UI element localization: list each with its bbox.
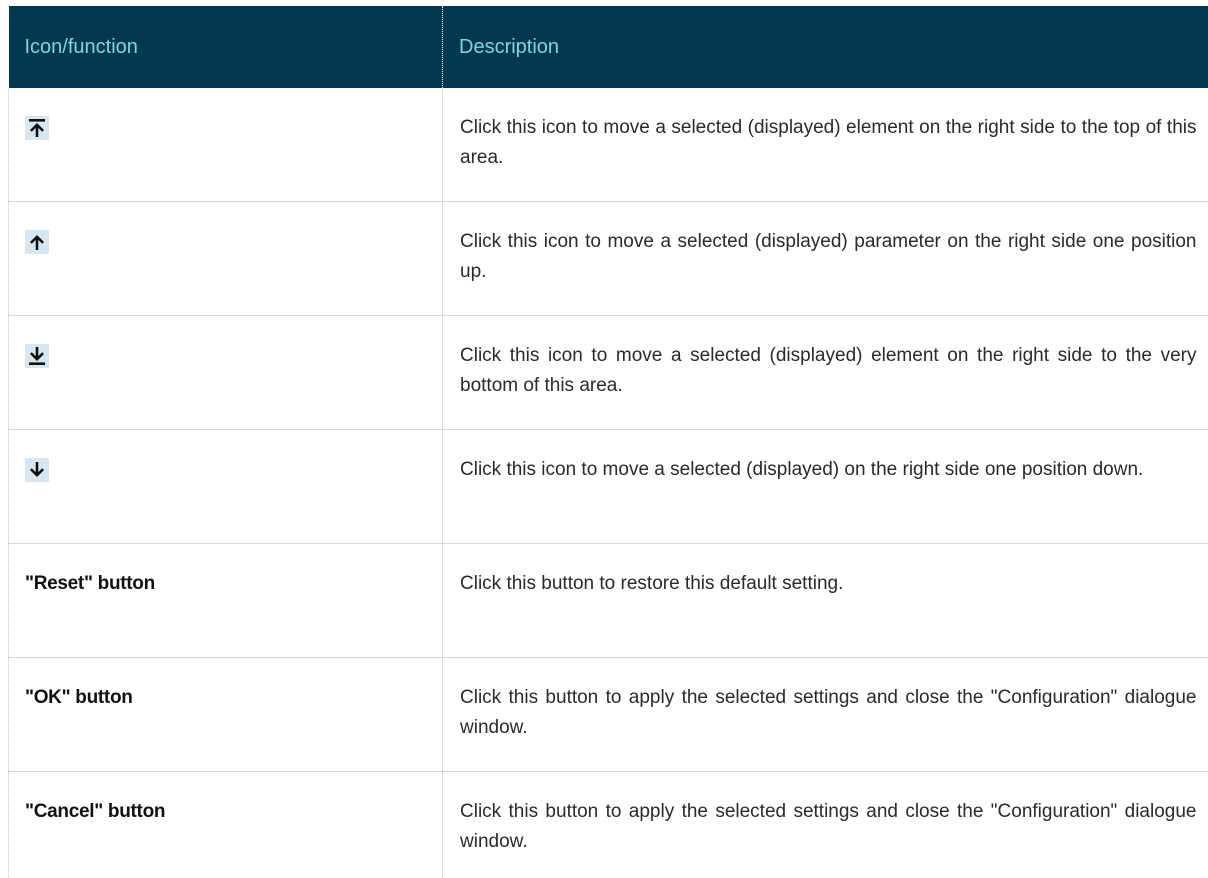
move-to-top-icon (25, 116, 49, 140)
row-description: Click this button to apply the selected … (443, 772, 1208, 857)
description-cell: Click this icon to move a selected (disp… (443, 430, 1208, 544)
move-down-icon (25, 458, 49, 482)
table-row: "Reset" button Click this button to rest… (9, 544, 1208, 658)
table-row: Click this icon to move a selected (disp… (9, 430, 1208, 544)
cancel-button-label: "Cancel" button (25, 801, 165, 823)
ok-button-label: "OK" button (25, 687, 133, 709)
row-description: Click this icon to move a selected (disp… (443, 316, 1208, 401)
move-up-icon (25, 230, 49, 254)
description-cell: Click this button to apply the selected … (443, 772, 1208, 878)
function-cell (9, 316, 443, 430)
table-row: Click this icon to move a selected (disp… (9, 316, 1208, 430)
column-header-function: Icon/function (9, 6, 443, 88)
description-cell: Click this button to apply the selected … (443, 658, 1208, 772)
function-cell (9, 430, 443, 544)
column-header-description: Description (443, 6, 1208, 88)
table-row: "OK" button Click this button to apply t… (9, 658, 1208, 772)
description-cell: Click this button to restore this defaul… (443, 544, 1208, 658)
table-row: Click this icon to move a selected (disp… (9, 202, 1208, 316)
function-cell (9, 88, 443, 202)
table-header: Icon/function Description (9, 6, 1208, 88)
function-cell (9, 202, 443, 316)
function-cell: "OK" button (9, 658, 443, 772)
row-description: Click this button to restore this defaul… (443, 544, 1208, 599)
table-row: "Cancel" button Click this button to app… (9, 772, 1208, 878)
description-cell: Click this icon to move a selected (disp… (443, 88, 1208, 202)
description-cell: Click this icon to move a selected (disp… (443, 316, 1208, 430)
reset-button-label: "Reset" button (25, 573, 155, 595)
row-description: Click this icon to move a selected (disp… (443, 430, 1208, 485)
description-cell: Click this icon to move a selected (disp… (443, 202, 1208, 316)
icon-function-table: Icon/function Description Click this ico… (8, 6, 1208, 878)
row-description: Click this button to apply the selected … (443, 658, 1208, 743)
function-cell: "Reset" button (9, 544, 443, 658)
row-description: Click this icon to move a selected (disp… (443, 88, 1208, 173)
table-header-row: Icon/function Description (9, 6, 1208, 88)
function-cell: "Cancel" button (9, 772, 443, 878)
move-to-bottom-icon (25, 344, 49, 368)
table-body: Click this icon to move a selected (disp… (9, 88, 1208, 878)
table-row: Click this icon to move a selected (disp… (9, 88, 1208, 202)
row-description: Click this icon to move a selected (disp… (443, 202, 1208, 287)
